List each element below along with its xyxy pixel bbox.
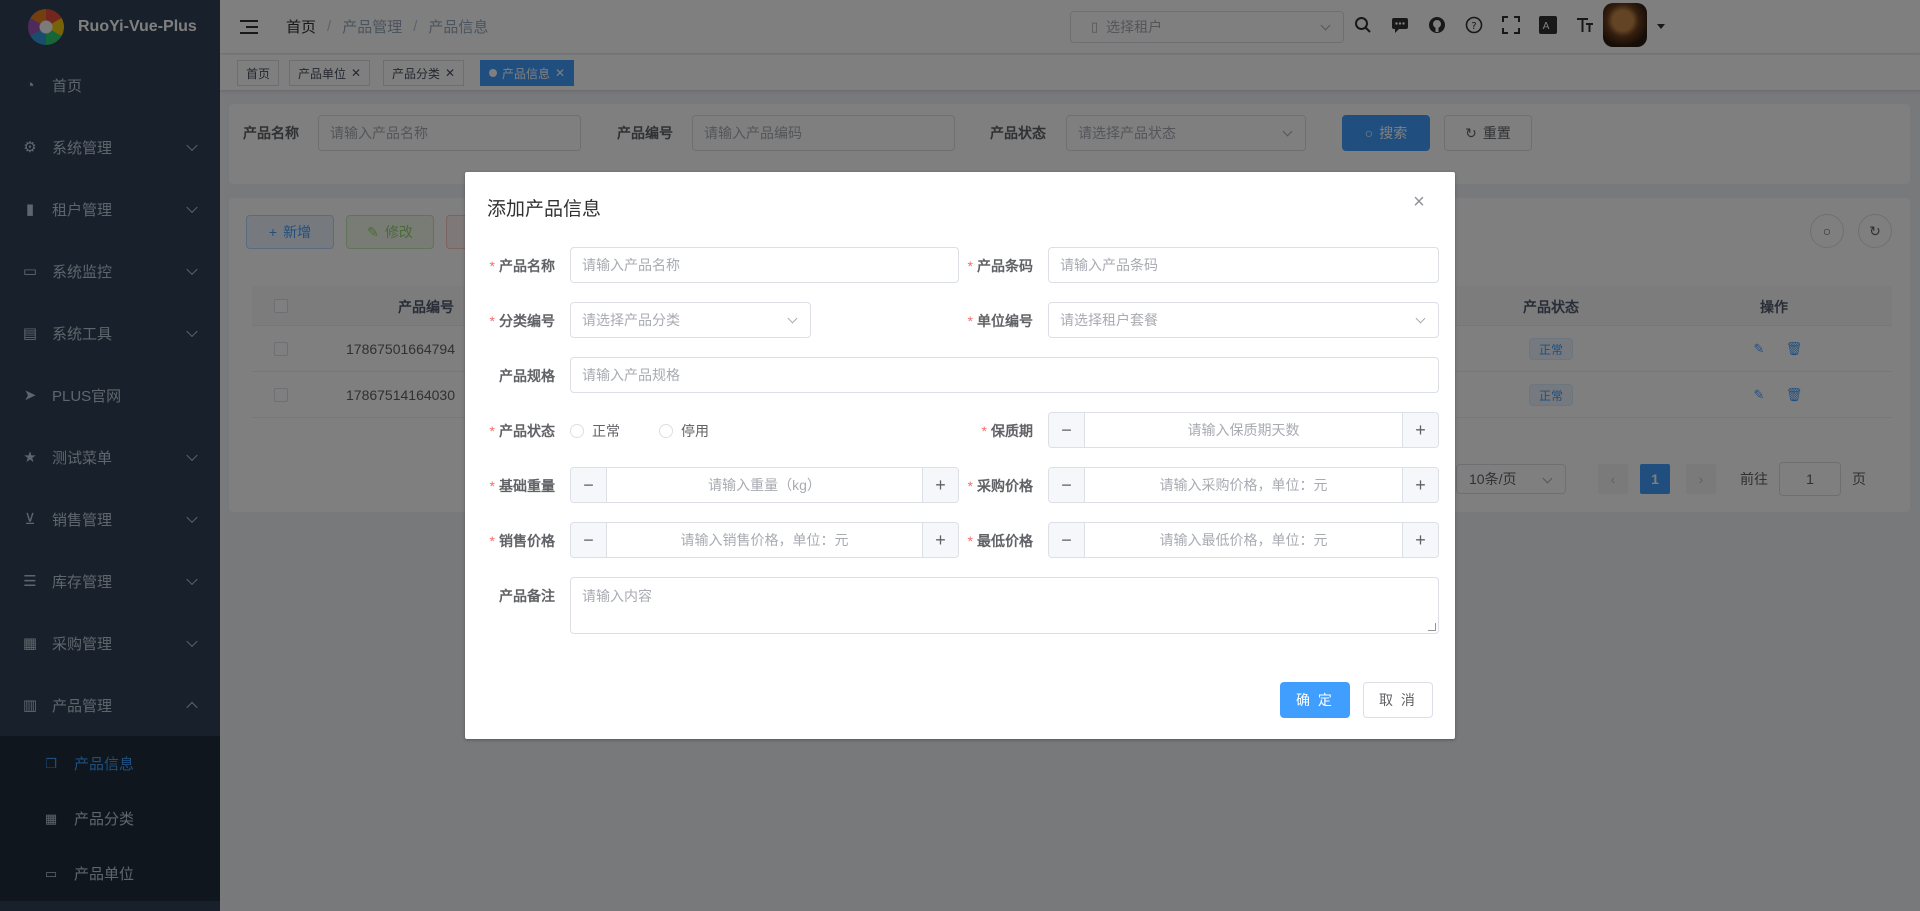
required-mark: * (981, 423, 987, 439)
shelf-life-stepper[interactable]: − 请输入保质期天数 + (1048, 412, 1439, 448)
required-mark: * (489, 533, 495, 549)
remark-placeholder: 请输入内容 (582, 588, 652, 604)
chevron-down-icon (1415, 313, 1426, 324)
required-mark: * (967, 313, 973, 329)
plus-icon[interactable]: + (1402, 413, 1438, 447)
product-name-label-text: 产品名称 (499, 258, 555, 274)
min-price-label: * 最低价格 (943, 531, 1033, 551)
radio-label: 正常 (592, 423, 620, 439)
product-name-label: * 产品名称 (465, 256, 555, 276)
sale-price-label-text: 销售价格 (499, 533, 555, 549)
required-mark: * (967, 533, 973, 549)
remark-textarea[interactable]: 请输入内容 (570, 577, 1439, 634)
category-select[interactable]: 请选择产品分类 (570, 302, 811, 338)
category-label-text: 分类编号 (499, 313, 555, 329)
cancel-button[interactable]: 取 消 (1363, 682, 1433, 718)
purchase-price-placeholder: 请输入采购价格，单位：元 (1159, 477, 1328, 493)
status-label: * 产品状态 (465, 421, 555, 441)
required-mark: * (489, 258, 495, 274)
weight-placeholder: 请输入重量（kg） (708, 477, 821, 493)
product-barcode-placeholder: 请输入产品条码 (1060, 257, 1158, 273)
remark-label: 产品备注 (465, 586, 555, 606)
product-barcode-label-text: 产品条码 (977, 258, 1033, 274)
status-radio-disabled[interactable]: 停用 (659, 421, 709, 441)
shelf-life-placeholder: 请输入保质期天数 (1187, 422, 1300, 438)
weight-label: * 基础重量 (465, 476, 555, 496)
category-placeholder: 请选择产品分类 (582, 312, 680, 328)
purchase-price-stepper[interactable]: − 请输入采购价格，单位：元 + (1048, 467, 1439, 503)
radio-circle (570, 424, 584, 438)
required-mark: * (967, 478, 973, 494)
chevron-down-icon (787, 313, 798, 324)
minus-icon[interactable]: − (1049, 523, 1085, 557)
sale-price-stepper[interactable]: − 请输入销售价格，单位：元 + (570, 522, 959, 558)
required-mark: * (489, 313, 495, 329)
minus-icon[interactable]: − (571, 523, 607, 557)
add-product-dialog: 添加产品信息 × * 产品名称 请输入产品名称 * 产品条码 请输入产品条码 * 分类… (465, 172, 1455, 739)
minus-icon[interactable]: − (571, 468, 607, 502)
product-barcode-label: * 产品条码 (943, 256, 1033, 276)
product-barcode-input[interactable]: 请输入产品条码 (1048, 247, 1439, 283)
sale-price-label: * 销售价格 (465, 531, 555, 551)
unit-placeholder: 请选择租户套餐 (1060, 312, 1158, 328)
purchase-price-label-text: 采购价格 (977, 478, 1033, 494)
min-price-stepper[interactable]: − 请输入最低价格，单位：元 + (1048, 522, 1439, 558)
product-name-input[interactable]: 请输入产品名称 (570, 247, 959, 283)
unit-select[interactable]: 请选择租户套餐 (1048, 302, 1439, 338)
plus-icon[interactable]: + (1402, 468, 1438, 502)
required-mark: * (489, 423, 495, 439)
plus-icon[interactable]: + (1402, 523, 1438, 557)
spec-label-text: 产品规格 (499, 368, 555, 384)
status-radio-normal[interactable]: 正常 (570, 421, 620, 441)
sale-price-placeholder: 请输入销售价格，单位：元 (680, 532, 849, 548)
unit-label-text: 单位编号 (977, 313, 1033, 329)
radio-circle (659, 424, 673, 438)
purchase-price-label: * 采购价格 (943, 476, 1033, 496)
min-price-label-text: 最低价格 (977, 533, 1033, 549)
product-name-placeholder: 请输入产品名称 (582, 257, 680, 273)
minus-icon[interactable]: − (1049, 468, 1085, 502)
close-icon[interactable]: × (1411, 192, 1427, 212)
required-mark: * (967, 258, 973, 274)
remark-label-text: 产品备注 (499, 588, 555, 604)
shelf-life-label: * 保质期 (943, 421, 1033, 441)
dialog-title: 添加产品信息 (487, 199, 602, 220)
confirm-button[interactable]: 确 定 (1280, 682, 1350, 718)
required-mark: * (489, 478, 495, 494)
minus-icon[interactable]: − (1049, 413, 1085, 447)
spec-label: 产品规格 (465, 366, 555, 386)
spec-placeholder: 请输入产品规格 (582, 367, 680, 383)
spec-input[interactable]: 请输入产品规格 (570, 357, 1439, 393)
resize-handle-icon[interactable] (1428, 623, 1436, 631)
weight-label-text: 基础重量 (499, 478, 555, 494)
radio-label: 停用 (681, 423, 709, 439)
weight-stepper[interactable]: − 请输入重量（kg） + (570, 467, 959, 503)
unit-label: * 单位编号 (943, 311, 1033, 331)
min-price-placeholder: 请输入最低价格，单位：元 (1159, 532, 1328, 548)
status-label-text: 产品状态 (499, 423, 555, 439)
shelf-life-label-text: 保质期 (991, 423, 1033, 439)
category-label: * 分类编号 (465, 311, 555, 331)
